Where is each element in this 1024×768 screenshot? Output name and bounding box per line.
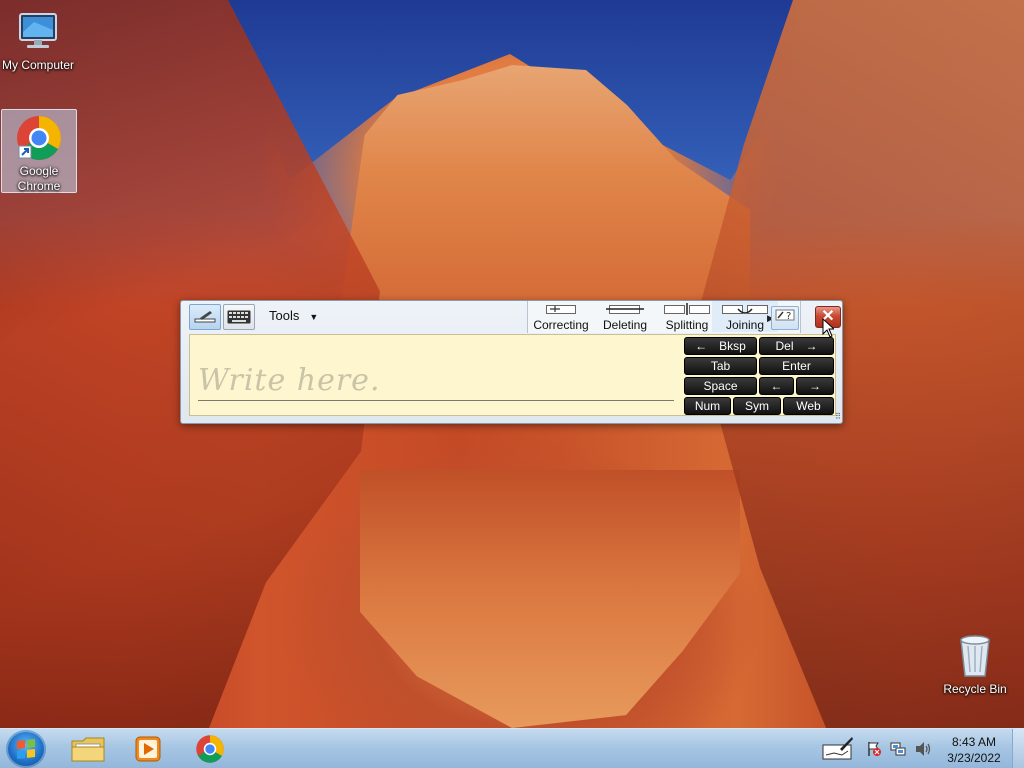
resize-grip[interactable]: ⠿ xyxy=(835,412,841,421)
backspace-key[interactable]: ← Bksp xyxy=(684,337,757,355)
folder-icon xyxy=(71,737,105,762)
keyboard-icon xyxy=(227,310,251,324)
tablet-input-panel: Tools ▼ Correcting Deleting Splitting Jo… xyxy=(180,300,843,424)
writing-baseline xyxy=(198,400,674,401)
keyboard-mode-button[interactable] xyxy=(223,304,255,330)
clock-time: 8:43 AM xyxy=(951,735,997,749)
deleting-gesture-icon xyxy=(592,303,658,317)
help-icon: ? xyxy=(775,309,795,322)
volume-icon xyxy=(916,742,931,756)
gesture-deleting[interactable]: Deleting xyxy=(592,301,658,332)
tablet-input-icon xyxy=(822,737,853,760)
tablet-input-tray-button[interactable] xyxy=(822,735,854,764)
action-center-icon xyxy=(868,742,881,756)
desktop-icon-label: My Computer xyxy=(1,58,75,72)
web-key[interactable]: Web xyxy=(783,397,834,415)
writing-pad[interactable]: Write here. ← Bksp Del → Tab Enter Space ←… xyxy=(189,334,836,416)
start-orb-icon xyxy=(17,739,35,759)
gesture-correcting[interactable]: Correcting xyxy=(528,301,594,332)
desktop-icon-label: Recycle Bin xyxy=(943,682,1007,696)
left-arrow-key[interactable]: ← xyxy=(759,377,794,395)
splitting-gesture-icon xyxy=(654,303,720,317)
pen-icon xyxy=(194,311,216,323)
tools-menu-label: Tools xyxy=(269,308,300,323)
desktop-icon-google-chrome[interactable]: Google Chrome xyxy=(1,109,77,193)
chrome-icon xyxy=(196,735,224,763)
write-here-hint: Write here. xyxy=(198,363,381,398)
volume-tray-button[interactable] xyxy=(914,741,932,760)
gesture-splitting[interactable]: Splitting xyxy=(654,301,720,332)
desktop-icon-label: Google Chrome xyxy=(17,164,61,193)
tab-key[interactable]: Tab xyxy=(684,357,757,375)
taskbar-windows-explorer[interactable] xyxy=(62,731,114,767)
delete-key[interactable]: Del → xyxy=(759,337,834,355)
computer-icon xyxy=(14,8,62,56)
media-player-icon xyxy=(135,736,161,762)
recycle-bin-icon xyxy=(955,632,995,680)
wallpaper-reflection xyxy=(360,470,740,728)
correcting-gesture-icon xyxy=(528,303,594,317)
sym-key[interactable]: Sym xyxy=(733,397,781,415)
tools-menu[interactable]: Tools ▼ xyxy=(269,308,318,323)
writing-pad-mode-button[interactable] xyxy=(189,304,221,330)
svg-text:?: ? xyxy=(786,311,791,322)
gesture-help-bar: Correcting Deleting Splitting Joining xyxy=(527,301,801,333)
clock-date: 3/23/2022 xyxy=(947,751,1001,765)
left-arrow-icon: ← xyxy=(770,379,783,393)
desktop-icon-my-computer[interactable]: My Computer xyxy=(0,4,76,73)
chrome-icon xyxy=(15,114,63,162)
right-arrow-key[interactable]: → xyxy=(796,377,834,395)
right-arrow-icon: → xyxy=(805,339,818,353)
enter-key[interactable]: Enter xyxy=(759,357,834,375)
chevron-down-icon: ▼ xyxy=(309,312,319,322)
taskbar-google-chrome[interactable] xyxy=(184,731,236,767)
action-center-tray-button[interactable] xyxy=(866,741,882,760)
mouse-cursor-icon xyxy=(822,318,834,338)
show-desktop-button[interactable] xyxy=(1012,729,1024,768)
taskbar-clock[interactable]: 8:43 AM 3/23/2022 xyxy=(940,734,1008,766)
left-arrow-icon: ← xyxy=(695,339,708,353)
space-key[interactable]: Space xyxy=(684,377,757,395)
taskbar: 8:43 AM 3/23/2022 xyxy=(0,728,1024,768)
network-icon xyxy=(890,742,906,756)
right-arrow-icon: → xyxy=(809,379,821,393)
help-button[interactable]: ? xyxy=(771,306,799,330)
desktop-icon-recycle-bin[interactable]: Recycle Bin xyxy=(937,628,1013,697)
network-tray-button[interactable] xyxy=(890,741,906,760)
start-button[interactable] xyxy=(6,730,46,768)
input-panel-toolbar: Tools ▼ Correcting Deleting Splitting Jo… xyxy=(187,301,841,333)
num-key[interactable]: Num xyxy=(684,397,731,415)
taskbar-media-player[interactable] xyxy=(122,731,174,767)
